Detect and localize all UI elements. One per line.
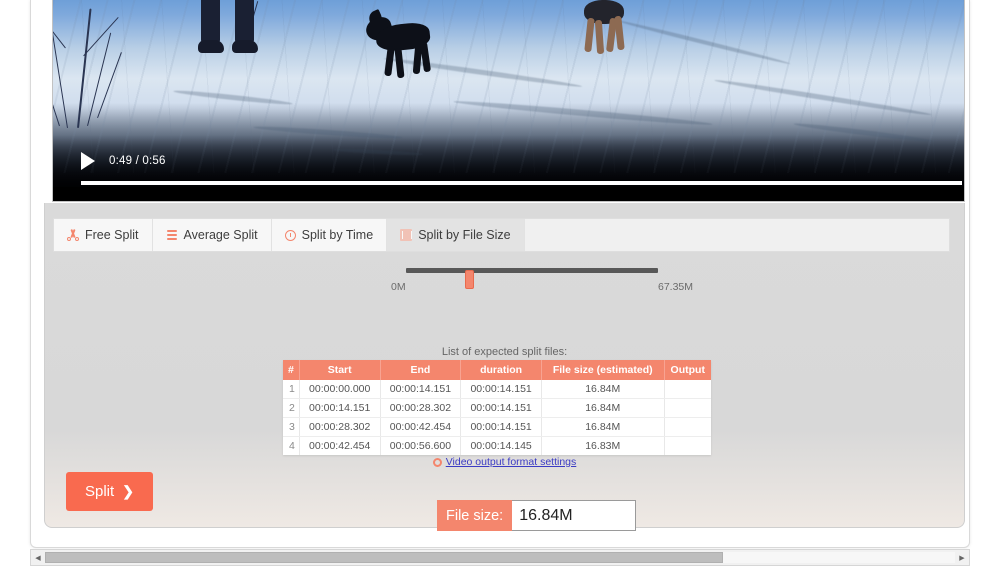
horizontal-scrollbar[interactable]: ◀ ▶ [30, 549, 970, 566]
file-size-label: File size: [437, 500, 513, 531]
cell-filesize: 16.84M [541, 398, 665, 418]
cell-end: 00:00:56.600 [380, 436, 462, 455]
cell-filesize: 16.84M [541, 380, 665, 399]
file-size-icon [400, 229, 413, 241]
cell-index: 4 [283, 436, 300, 455]
cell-output [664, 380, 711, 399]
video-player[interactable]: 0:49 / 0:56 [52, 0, 965, 202]
scrollbar-trough[interactable] [45, 552, 955, 563]
split-button[interactable]: Split ❯ [66, 472, 153, 511]
expected-split-files-table: # Start End duration File size (estimate… [283, 360, 711, 455]
play-icon[interactable] [81, 152, 95, 170]
cell-output [664, 417, 711, 437]
cell-index: 3 [283, 417, 300, 437]
table-caption: List of expected split files: [441, 346, 568, 358]
split-mode-tabs[interactable]: Free Split Average Split Split by Time S… [53, 218, 950, 252]
scroll-left-arrow[interactable]: ◀ [31, 550, 45, 565]
clock-icon [284, 229, 296, 241]
column-start: Start [299, 360, 381, 380]
tab-label: Free Split [85, 228, 139, 242]
tab-split-by-time[interactable]: Split by Time [271, 219, 388, 251]
tab-label: Split by Time [301, 228, 374, 242]
cell-duration: 00:00:14.145 [460, 436, 542, 455]
split-settings-panel: Free Split Average Split Split by Time S… [44, 203, 965, 531]
brown-dog [578, 0, 634, 62]
video-letterbox-bar [53, 187, 964, 201]
tab-split-by-file-size[interactable]: Split by File Size [387, 219, 525, 251]
column-output: Output [664, 360, 711, 380]
cell-output [664, 437, 711, 456]
cell-end: 00:00:28.302 [380, 398, 462, 418]
file-size-slider-handle[interactable] [465, 270, 474, 289]
video-output-format-settings-link[interactable]: Video output format settings [446, 456, 577, 468]
gear-icon [432, 457, 442, 467]
scrollbar-thumb[interactable] [45, 552, 723, 563]
cell-start: 00:00:00.000 [299, 380, 381, 399]
person-legs [198, 0, 291, 60]
cell-duration: 00:00:14.151 [460, 398, 542, 418]
cell-output [664, 398, 711, 418]
video-controls[interactable]: 0:49 / 0:56 [53, 135, 964, 187]
split-button-label: Split [85, 483, 115, 500]
cell-filesize: 16.84M [541, 417, 665, 437]
file-size-input[interactable] [512, 500, 637, 531]
file-size-slider-track[interactable] [406, 268, 658, 289]
tab-average-split[interactable]: Average Split [152, 219, 272, 251]
scissors-icon [67, 229, 79, 241]
column-filesize: File size (estimated) [541, 360, 665, 380]
cell-start: 00:00:28.302 [299, 417, 381, 437]
cell-end: 00:00:14.151 [380, 380, 462, 399]
tab-free-split[interactable]: Free Split [54, 219, 153, 251]
chevron-right-icon: ❯ [122, 483, 134, 499]
cell-start: 00:00:42.454 [299, 436, 381, 455]
cell-duration: 00:00:14.151 [460, 417, 542, 437]
file-size-slider-group[interactable]: 0M 67.35M [45, 259, 964, 297]
layers-icon [166, 229, 178, 241]
slider-min-label: 0M [391, 281, 406, 293]
cell-start: 00:00:14.151 [299, 398, 381, 418]
file-size-field-group[interactable]: File size: [437, 500, 637, 531]
column-end: End [380, 360, 462, 380]
table-header-row: # Start End duration File size (estimate… [283, 360, 711, 380]
cell-index: 2 [283, 398, 300, 418]
video-progress-fill [81, 181, 962, 185]
table-row[interactable]: 1 00:00:00.000 00:00:14.151 00:00:14.151… [283, 380, 711, 399]
column-index: # [283, 360, 300, 380]
tab-label: Average Split [183, 228, 258, 242]
black-dog [363, 9, 438, 84]
table-row[interactable]: 4 00:00:42.454 00:00:56.600 00:00:14.145… [283, 436, 711, 456]
tab-label: Split by File Size [418, 228, 511, 242]
column-duration: duration [460, 360, 542, 380]
table-row[interactable]: 2 00:00:14.151 00:00:28.302 00:00:14.151… [283, 398, 711, 418]
cell-index: 1 [283, 380, 300, 399]
video-time-display: 0:49 / 0:56 [109, 155, 166, 167]
video-progress-bar[interactable] [81, 181, 962, 185]
scroll-right-arrow[interactable]: ▶ [955, 550, 969, 565]
table-row[interactable]: 3 00:00:28.302 00:00:42.454 00:00:14.151… [283, 417, 711, 437]
slider-max-label: 67.35M [658, 281, 694, 293]
cell-end: 00:00:42.454 [380, 417, 462, 437]
cell-duration: 00:00:14.151 [460, 380, 542, 399]
settings-link-row[interactable]: Video output format settings [45, 456, 964, 468]
cell-filesize: 16.83M [541, 436, 665, 455]
